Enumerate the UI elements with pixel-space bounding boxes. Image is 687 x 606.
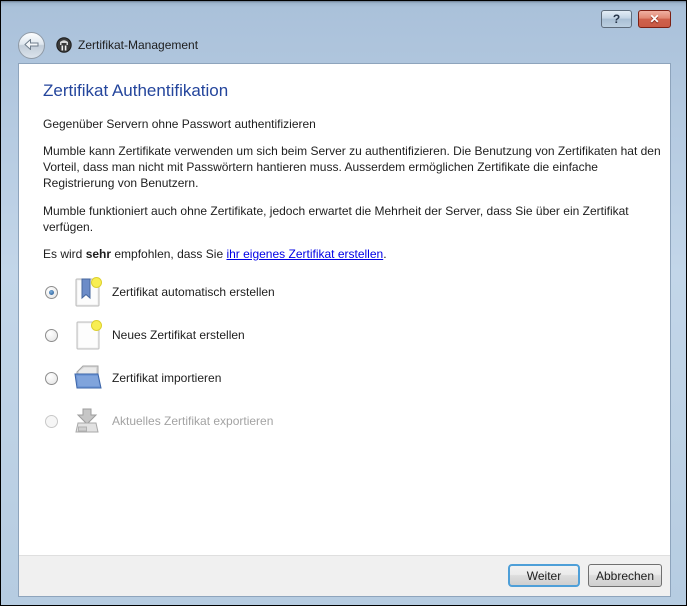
page-subtitle: Gegenüber Servern ohne Passwort authenti… xyxy=(43,117,662,131)
back-arrow-icon xyxy=(24,37,39,55)
certificate-ribbon-icon xyxy=(72,276,104,308)
wizard-window: ? ✕ Zertifikat-Management Zertifikat Aut… xyxy=(0,0,687,606)
wizard-page: Zertifikat Authentifikation Gegenüber Se… xyxy=(19,64,670,555)
page-title: Zertifikat Authentifikation xyxy=(43,81,662,101)
option-label: Aktuelles Zertifikat exportieren xyxy=(112,414,273,428)
option-create-new[interactable]: Neues Zertifikat erstellen xyxy=(45,318,662,352)
recommendation-prefix: Es wird xyxy=(43,247,86,261)
option-label[interactable]: Zertifikat importieren xyxy=(112,371,221,385)
recommendation-emphasis: sehr xyxy=(86,247,111,261)
help-button[interactable]: ? xyxy=(601,10,632,28)
recommendation-middle: empfohlen, dass Sie xyxy=(111,247,226,261)
wizard-client-area: Zertifikat Authentifikation Gegenüber Se… xyxy=(18,63,671,597)
intro-paragraph: Mumble kann Zertifikate verwenden um sic… xyxy=(43,143,662,191)
mumble-app-icon xyxy=(56,37,72,53)
recommendation-suffix: . xyxy=(383,247,386,261)
back-button[interactable] xyxy=(18,32,45,59)
option-label[interactable]: Zertifikat automatisch erstellen xyxy=(112,285,275,299)
button-bar: Weiter Abbrechen xyxy=(19,555,670,596)
radio-import[interactable] xyxy=(45,372,58,385)
new-certificate-icon xyxy=(72,319,104,351)
cancel-button[interactable]: Abbrechen xyxy=(588,564,662,587)
option-create-automatic[interactable]: Zertifikat automatisch erstellen xyxy=(45,275,662,309)
option-label[interactable]: Neues Zertifikat erstellen xyxy=(112,328,245,342)
radio-create-automatic[interactable] xyxy=(45,286,58,299)
option-import[interactable]: Zertifikat importieren xyxy=(45,361,662,395)
option-export: Aktuelles Zertifikat exportieren xyxy=(45,404,662,438)
window-title: Zertifikat-Management xyxy=(78,38,198,52)
next-button[interactable]: Weiter xyxy=(508,564,580,587)
import-folder-icon xyxy=(72,362,104,394)
create-certificate-link[interactable]: ihr eigenes Zertifikat erstellen xyxy=(226,247,383,261)
export-drive-icon xyxy=(72,405,104,437)
radio-export xyxy=(45,415,58,428)
info-paragraph: Mumble funktioniert auch ohne Zertifikat… xyxy=(43,203,662,235)
radio-create-new[interactable] xyxy=(45,329,58,342)
recommendation-line: Es wird sehr empfohlen, dass Sie ihr eig… xyxy=(43,247,662,261)
close-button[interactable]: ✕ xyxy=(638,10,671,28)
